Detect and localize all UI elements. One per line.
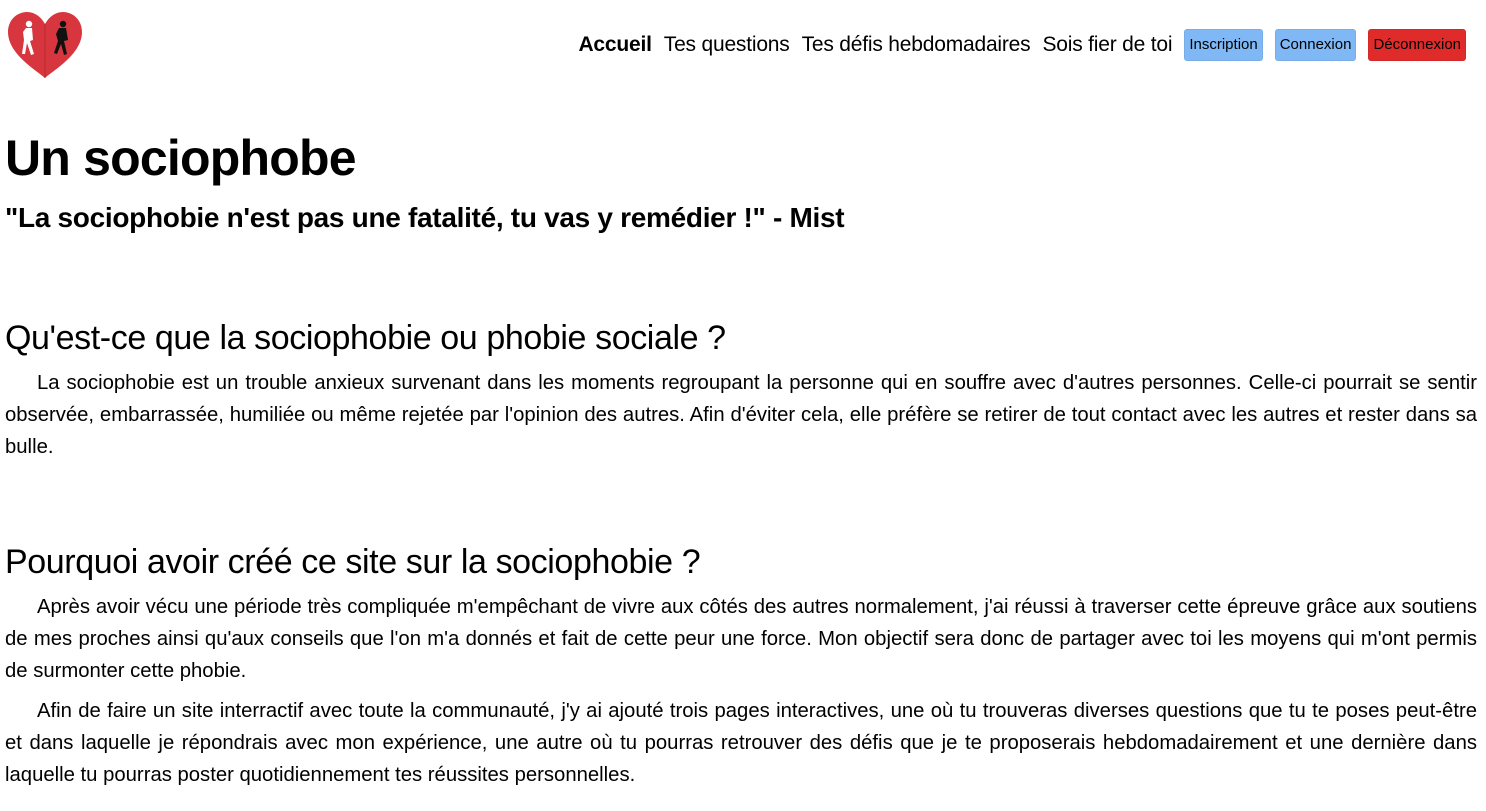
- section-paragraph: Afin de faire un site interractif avec t…: [5, 700, 1477, 786]
- section-paragraph: La sociophobie est un trouble anxieux su…: [5, 372, 1477, 458]
- main-nav: Accueil Tes questions Tes défis hebdomad…: [578, 29, 1466, 61]
- logout-button[interactable]: Déconnexion: [1368, 29, 1466, 61]
- main-content: Un sociophobe "La sociophobie n'est pas …: [5, 128, 1477, 786]
- page: Accueil Tes questions Tes défis hebdomad…: [0, 0, 1486, 811]
- section-why-this-site: Pourquoi avoir créé ce site sur la socio…: [5, 542, 1477, 791]
- nav-link-home[interactable]: Accueil: [578, 33, 652, 57]
- nav-link-weekly-challenges[interactable]: Tes défis hebdomadaires: [802, 33, 1031, 57]
- section-what-is-sociophobia: Qu'est-ce que la sociophobie ou phobie s…: [5, 318, 1477, 463]
- page-title: Un sociophobe: [5, 130, 357, 186]
- section-paragraph: Après avoir vécu une période très compli…: [5, 596, 1477, 682]
- site-header: Accueil Tes questions Tes défis hebdomad…: [0, 0, 1486, 90]
- nav-link-be-proud[interactable]: Sois fier de toi: [1042, 33, 1172, 57]
- site-logo[interactable]: [6, 10, 84, 80]
- page-quote: "La sociophobie n'est pas une fatalité, …: [5, 202, 845, 233]
- nav-link-questions[interactable]: Tes questions: [664, 33, 790, 57]
- section-heading: Pourquoi avoir créé ce site sur la socio…: [5, 543, 701, 581]
- login-button[interactable]: Connexion: [1274, 29, 1357, 61]
- signup-button[interactable]: Inscription: [1184, 29, 1263, 61]
- section-heading: Qu'est-ce que la sociophobie ou phobie s…: [5, 319, 726, 357]
- heart-logo-icon: [8, 12, 82, 78]
